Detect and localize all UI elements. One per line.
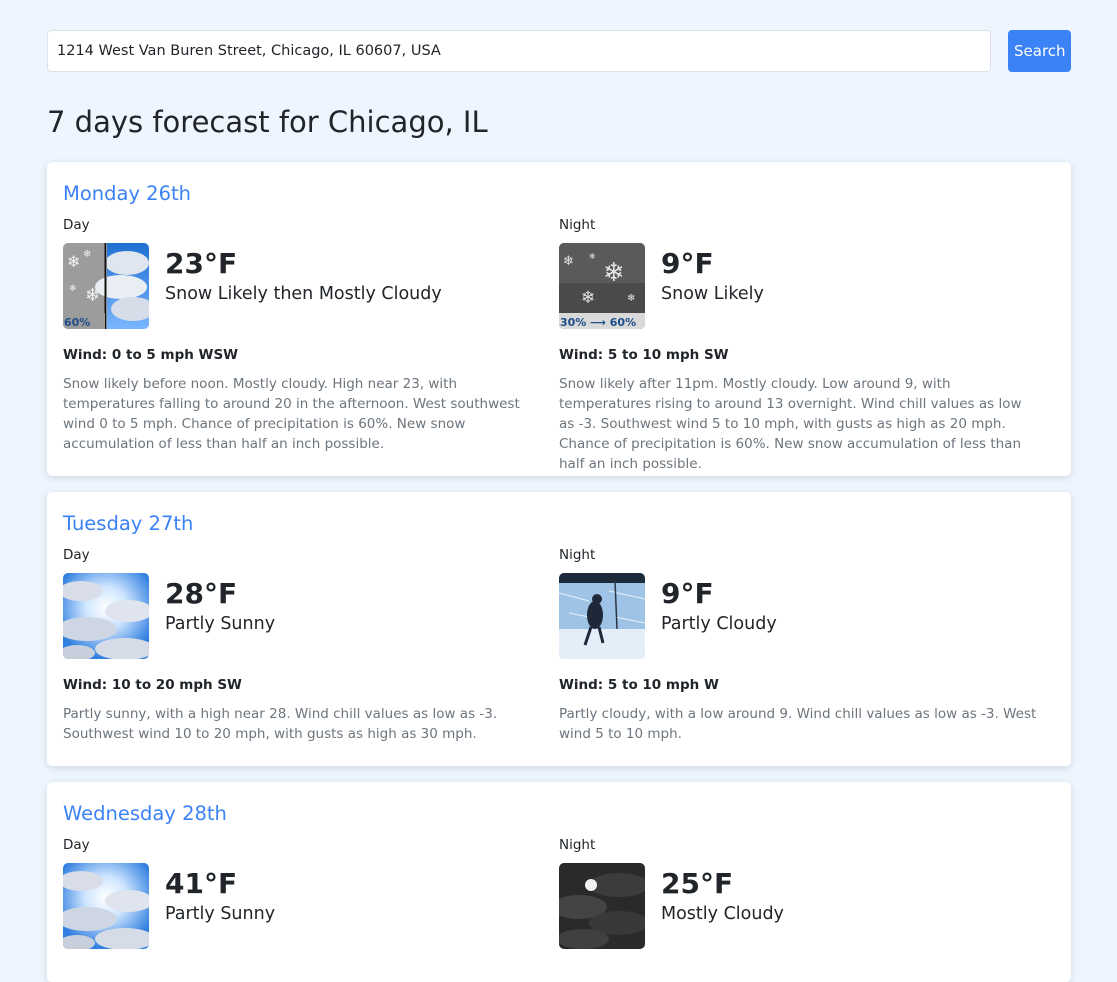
day-card: Wednesday 28th Day 41°F Partly Sunny Nig… <box>47 782 1071 982</box>
temperature: 25°F <box>661 867 734 900</box>
day-title: Wednesday 28th <box>63 802 227 825</box>
app-container: Search 7 days forecast for Chicago, IL M… <box>47 30 1071 982</box>
day-period: Day 41°F Partly Sunny <box>63 837 559 949</box>
short-forecast: Partly Cloudy <box>661 614 777 634</box>
search-input[interactable] <box>47 30 991 72</box>
mostly-cloudy-night-icon <box>559 863 645 949</box>
day-title: Monday 26th <box>63 182 191 205</box>
day-card: Monday 26th Day ❄ ❄ ❄ ❄ 60% 23°F Snow Li… <box>47 162 1071 476</box>
period-label: Night <box>559 547 596 563</box>
wind-info: Wind: 5 to 10 mph W <box>559 677 719 693</box>
partly-sunny-icon <box>63 573 149 659</box>
svg-text:❄: ❄ <box>627 293 635 304</box>
wind-info: Wind: 5 to 10 mph SW <box>559 347 729 363</box>
period-label: Day <box>63 217 90 233</box>
night-period: Night 25°F Mostly Cloudy <box>559 837 1055 949</box>
period-label: Night <box>559 217 596 233</box>
day-card: Tuesday 27th Day 28°F Partly Sunny Wind:… <box>47 492 1071 766</box>
search-button[interactable]: Search <box>1008 30 1071 72</box>
short-forecast: Snow Likely <box>661 284 764 304</box>
temperature: 9°F <box>661 577 714 610</box>
precip-chance-label: 30% ⟶ 60% <box>560 316 636 329</box>
page-title: 7 days forecast for Chicago, IL <box>47 105 488 139</box>
period-label: Night <box>559 837 596 853</box>
svg-text:❄: ❄ <box>603 258 625 288</box>
search-bar: Search <box>47 30 1071 72</box>
detailed-forecast: Partly cloudy, with a low around 9. Wind… <box>559 706 1037 742</box>
svg-text:❄: ❄ <box>69 284 77 294</box>
temperature: 41°F <box>165 867 238 900</box>
partly-sunny-icon <box>63 863 149 949</box>
precip-chance-label: 60% <box>64 316 90 329</box>
wind-info: Wind: 10 to 20 mph SW <box>63 677 242 693</box>
svg-text:❄: ❄ <box>83 249 91 260</box>
temperature: 9°F <box>661 247 714 280</box>
svg-text:❄: ❄ <box>589 252 596 261</box>
detailed-forecast: Snow likely before noon. Mostly cloudy. … <box>63 376 520 452</box>
windy-cold-icon <box>559 573 645 659</box>
day-period: Day 28°F Partly Sunny Wind: 10 to 20 mph… <box>63 547 559 744</box>
short-forecast: Mostly Cloudy <box>661 904 784 924</box>
period-label: Day <box>63 837 90 853</box>
svg-text:❄: ❄ <box>563 254 574 269</box>
period-label: Day <box>63 547 90 563</box>
detailed-forecast: Snow likely after 11pm. Mostly cloudy. L… <box>559 376 1022 472</box>
wind-info: Wind: 0 to 5 mph WSW <box>63 347 239 363</box>
snow-night-icon: ❄ ❄ ❄ ❄ ❄ 30% ⟶ 60% <box>559 243 645 329</box>
night-period: Night 9°F Partly Cloudy Wind: 5 to 10 mp… <box>559 547 1055 744</box>
svg-text:❄: ❄ <box>67 252 80 271</box>
svg-text:❄: ❄ <box>581 288 595 308</box>
day-title: Tuesday 27th <box>63 512 194 535</box>
day-period: Day ❄ ❄ ❄ ❄ 60% 23°F Snow Likely then Mo… <box>63 217 559 474</box>
short-forecast: Snow Likely then Mostly Cloudy <box>165 284 442 304</box>
temperature: 23°F <box>165 247 238 280</box>
night-period: Night ❄ ❄ ❄ ❄ ❄ 30% ⟶ 60% 9°F Snow Likel… <box>559 217 1055 474</box>
svg-text:❄: ❄ <box>85 285 100 306</box>
detailed-forecast: Partly sunny, with a high near 28. Wind … <box>63 706 498 742</box>
snow-then-cloudy-icon: ❄ ❄ ❄ ❄ 60% <box>63 243 149 329</box>
short-forecast: Partly Sunny <box>165 904 276 924</box>
short-forecast: Partly Sunny <box>165 614 276 634</box>
temperature: 28°F <box>165 577 238 610</box>
